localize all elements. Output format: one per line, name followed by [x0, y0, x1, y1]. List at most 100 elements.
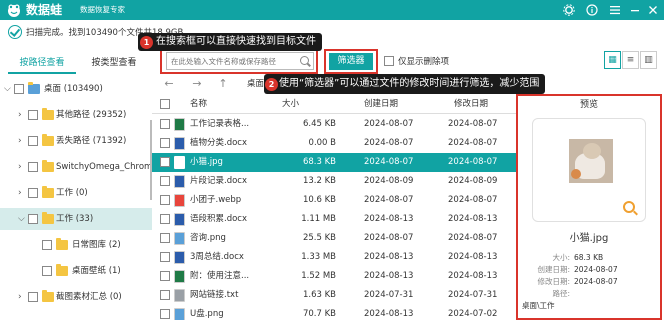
created-date: 2024-08-09	[364, 176, 414, 186]
tree-node-work-0[interactable]: › 工作 (0)	[0, 182, 152, 204]
file-size: 1.63 KB	[302, 290, 336, 300]
table-row[interactable]: 咨询.png 25.5 KB 2024-08-07 2024-08-07	[152, 229, 516, 248]
app-name: 数据蛙	[26, 3, 63, 17]
list-view-icon[interactable]: ≡	[622, 51, 639, 69]
table-row[interactable]: 网站链接.txt 1.63 KB 2024-07-31 2024-07-31	[152, 286, 516, 305]
tab-by-type[interactable]: 按类型查看	[80, 52, 148, 74]
detail-label: 路径:	[552, 289, 570, 298]
chrome-file-icon	[174, 194, 185, 207]
grid-view-icon[interactable]: ▦	[604, 51, 621, 69]
table-row[interactable]: 片段记录.docx 13.2 KB 2024-08-09 2024-08-09	[152, 172, 516, 191]
checkbox[interactable]	[28, 162, 38, 172]
current-path: 桌面	[247, 79, 265, 89]
row-checkbox[interactable]	[160, 252, 170, 262]
file-size: 68.3 KB	[302, 157, 336, 167]
sidebar-tabs: 按路径查看 按类型查看	[0, 52, 152, 74]
chevron-right-icon[interactable]: ›	[18, 156, 26, 178]
file-size: 1.33 MB	[301, 252, 336, 262]
view-mode-switcher: ▦ ≡ ▥	[604, 51, 660, 69]
tree-node-lost-paths[interactable]: › 丢失路径 (71392)	[0, 130, 152, 152]
table-row[interactable]: 工作记录表格... 6.45 KB 2024-08-07 2024-08-07	[152, 115, 516, 134]
up-arrow-icon[interactable]: ↑	[216, 74, 230, 94]
file-name: 咨询.png	[190, 233, 226, 243]
checkbox[interactable]	[28, 136, 38, 146]
file-size: 10.6 KB	[302, 195, 336, 205]
folder-icon	[42, 134, 54, 146]
checkbox[interactable]	[42, 240, 52, 250]
checkbox[interactable]	[14, 84, 24, 94]
forward-arrow-icon[interactable]: →	[190, 74, 204, 94]
detail-value: 2024-08-07	[574, 265, 618, 274]
row-checkbox[interactable]	[160, 233, 170, 243]
menu-icon[interactable]	[608, 3, 622, 17]
tree-node-screenshots[interactable]: › 截图素材汇总 (0)	[0, 286, 152, 308]
close-icon[interactable]	[646, 3, 660, 17]
chevron-right-icon[interactable]: ›	[18, 182, 26, 204]
table-row[interactable]: 小猫.jpg 68.3 KB 2024-08-07 2024-08-07	[152, 153, 516, 172]
chevron-right-icon[interactable]: ›	[18, 286, 26, 308]
modified-date: 2024-08-07	[448, 119, 498, 129]
row-checkbox[interactable]	[160, 138, 170, 148]
row-checkbox[interactable]	[160, 195, 170, 205]
file-size: 25.5 KB	[302, 233, 336, 243]
excel-file-icon	[174, 118, 185, 131]
chevron-right-icon[interactable]: ›	[18, 130, 26, 152]
select-all-checkbox[interactable]	[160, 99, 170, 109]
tip-text: 使用“筛选器”可以通过文件的修改时间进行筛选，减少范围	[279, 78, 540, 89]
zoom-icon[interactable]	[623, 201, 635, 213]
tab-by-path[interactable]: 按路径查看	[8, 52, 76, 74]
tree-node-wallpaper[interactable]: 桌面壁纸 (1)	[0, 260, 152, 282]
show-deleted-checkbox[interactable]	[384, 56, 394, 66]
table-row[interactable]: 3周总结.docx 1.33 MB 2024-08-13 2024-08-13	[152, 248, 516, 267]
header-size[interactable]: 大小	[282, 94, 299, 114]
checkbox[interactable]	[28, 110, 38, 120]
gear-icon[interactable]	[562, 3, 576, 17]
header-name[interactable]: 名称	[190, 94, 207, 114]
chevron-right-icon[interactable]: ›	[18, 104, 26, 126]
chevron-down-icon[interactable]: ⌵	[4, 78, 12, 100]
file-name: 网站链接.txt	[190, 290, 239, 300]
row-checkbox[interactable]	[160, 157, 170, 167]
file-size: 70.7 KB	[302, 309, 336, 319]
word-file-icon	[174, 137, 185, 150]
row-checkbox[interactable]	[160, 271, 170, 281]
folder-tree: ⌵ 桌面 (103490) › 其他路径 (29352) › 丢失路径 (713…	[0, 78, 152, 320]
info-icon[interactable]	[585, 3, 599, 17]
back-arrow-icon[interactable]: ←	[162, 74, 176, 94]
detail-view-icon[interactable]: ▥	[640, 51, 657, 69]
file-name: 片段记录.docx	[190, 176, 248, 186]
table-row[interactable]: 附：使用注意... 1.52 MB 2024-08-13 2024-08-13	[152, 267, 516, 286]
checkbox[interactable]	[28, 188, 38, 198]
modified-date: 2024-08-07	[448, 157, 498, 167]
header-modified[interactable]: 修改日期	[454, 94, 488, 114]
tree-node-work-33[interactable]: ⌵ 工作 (33)	[0, 208, 152, 230]
checkbox[interactable]	[28, 214, 38, 224]
row-checkbox[interactable]	[160, 214, 170, 224]
tree-node-daily-gallery[interactable]: 日常图库 (2)	[0, 234, 152, 256]
row-checkbox[interactable]	[160, 176, 170, 186]
file-size: 1.11 MB	[301, 214, 336, 224]
checkbox[interactable]	[28, 292, 38, 302]
show-deleted-option[interactable]: 仅显示删除项	[384, 54, 449, 68]
row-checkbox[interactable]	[160, 309, 170, 319]
header-created[interactable]: 创建日期	[364, 94, 398, 114]
detail-label: 创建日期:	[537, 265, 570, 274]
image-file-icon	[174, 232, 185, 245]
tree-node-desktop[interactable]: ⌵ 桌面 (103490)	[0, 78, 152, 100]
row-checkbox[interactable]	[160, 290, 170, 300]
table-row[interactable]: 语段积累.docx 1.11 MB 2024-08-13 2024-08-13	[152, 210, 516, 229]
file-name: 工作记录表格...	[190, 119, 250, 129]
row-checkbox[interactable]	[160, 119, 170, 129]
word-file-icon	[174, 251, 185, 264]
file-size: 13.2 KB	[302, 176, 336, 186]
tip-number: 1	[140, 35, 153, 49]
modified-date: 2024-08-13	[448, 214, 498, 224]
checkbox[interactable]	[42, 266, 52, 276]
minimize-icon[interactable]	[628, 3, 642, 17]
table-row[interactable]: U盘.png 70.7 KB 2024-08-13 2024-07-02	[152, 305, 516, 320]
tree-node-switchyomega[interactable]: › SwitchyOmega_Chromium	[0, 156, 152, 178]
table-row[interactable]: 小团子.webp 10.6 KB 2024-08-07 2024-08-07	[152, 191, 516, 210]
tree-node-other-paths[interactable]: › 其他路径 (29352)	[0, 104, 152, 126]
table-row[interactable]: 植物分类.docx 0.00 B 2024-08-07 2024-08-07	[152, 134, 516, 153]
chevron-down-icon[interactable]: ⌵	[18, 208, 26, 230]
